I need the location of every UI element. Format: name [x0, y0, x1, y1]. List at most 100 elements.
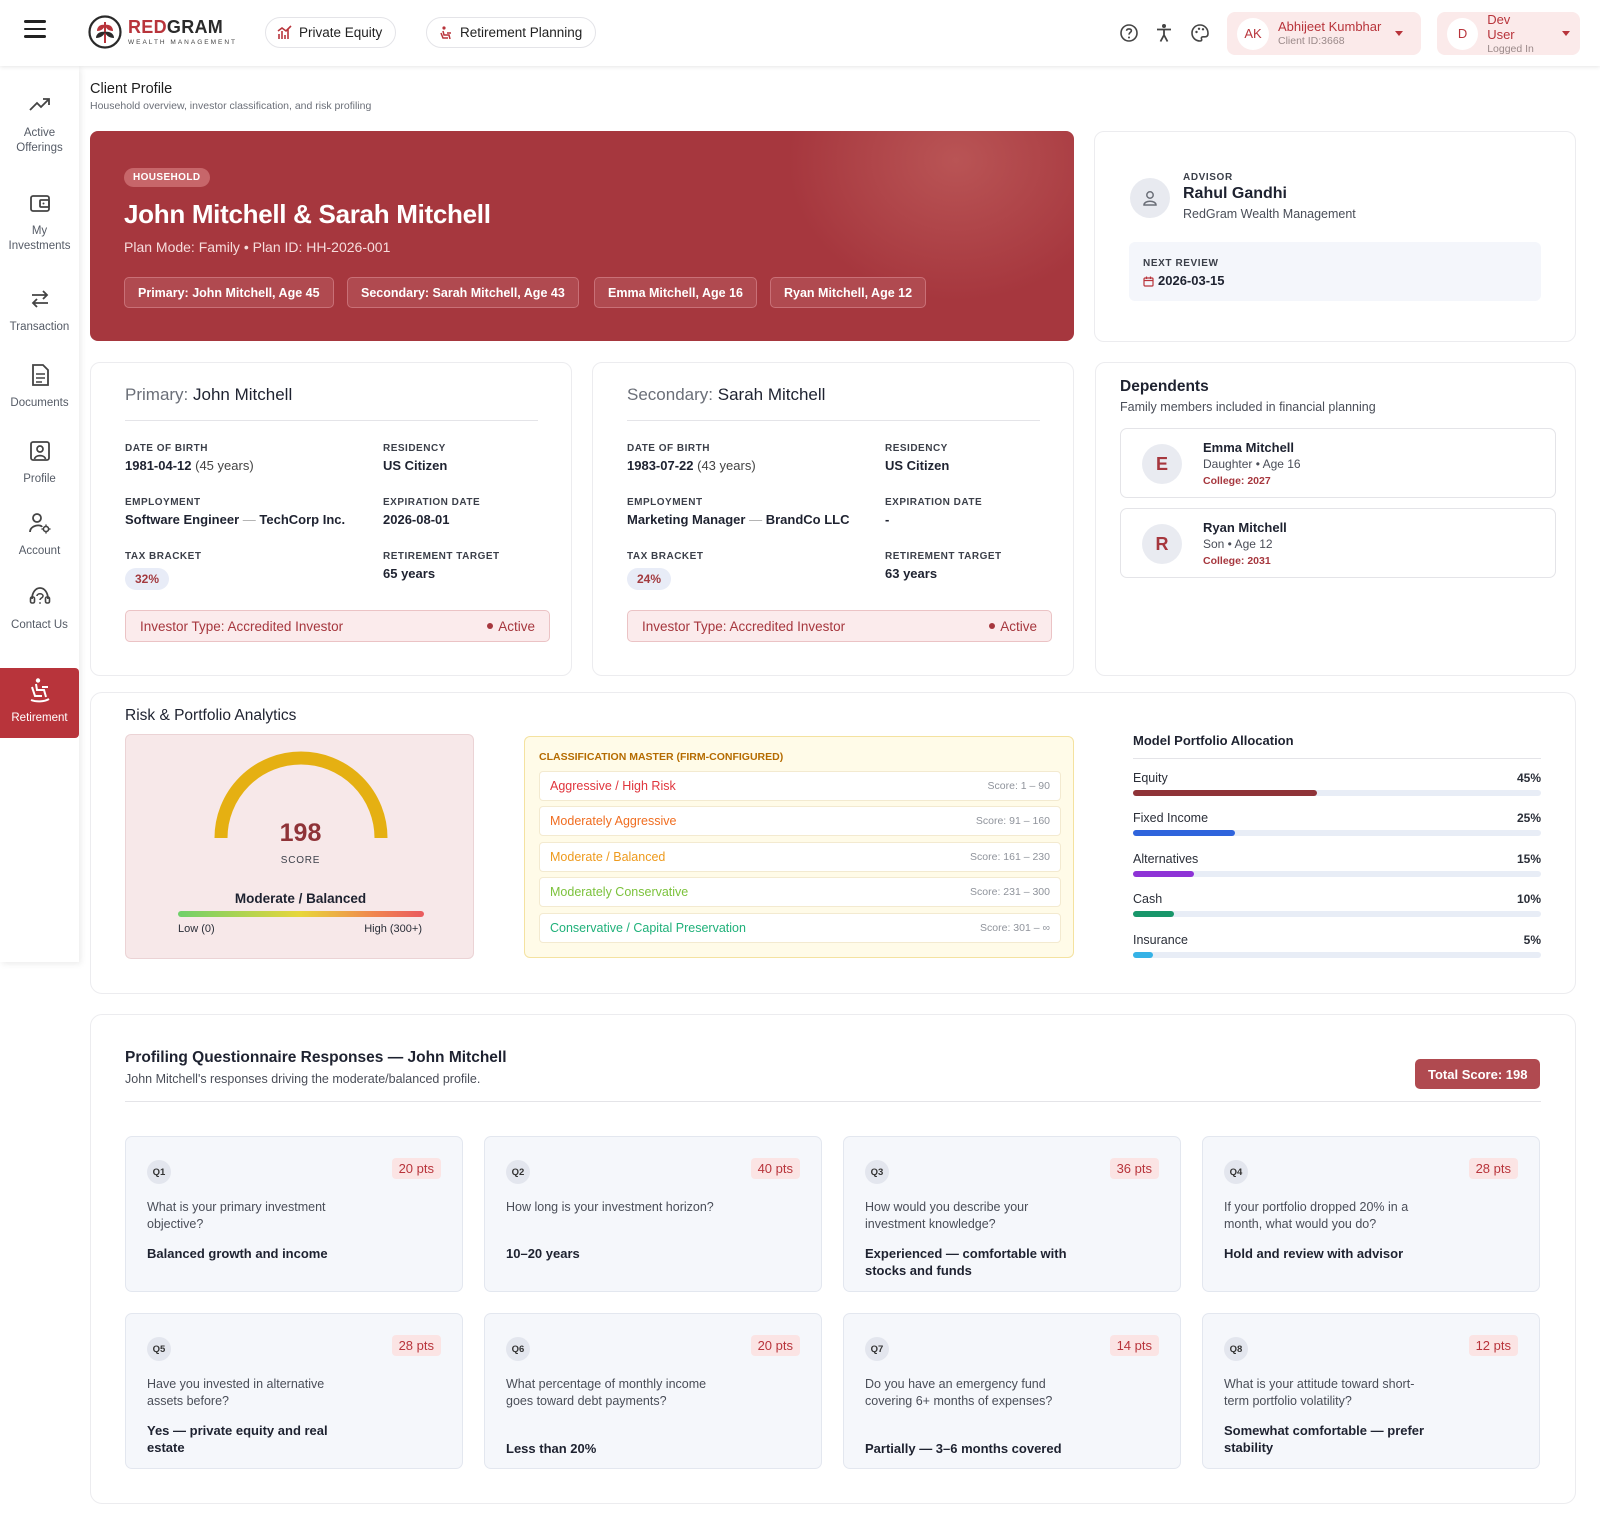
question-answer: Experienced — comfortable with stocks an…: [865, 1246, 1067, 1278]
question-card: Q6 20 pts What percentage of monthly inc…: [484, 1313, 822, 1469]
avatar: AK: [1237, 17, 1269, 50]
analytics-title: Risk & Portfolio Analytics: [125, 707, 297, 724]
retirement-chair-icon: [30, 678, 50, 703]
document-icon: [31, 364, 49, 386]
avatar: R: [1142, 524, 1182, 564]
field-label: DATE OF BIRTH: [125, 443, 208, 454]
brand-name: REDGRAM WEALTH MANAGEMENT: [128, 17, 237, 46]
sidebar-item-my-investments[interactable]: My Investments: [0, 190, 79, 254]
question-id: Q5: [147, 1337, 171, 1361]
question-points: 40 pts: [750, 1158, 800, 1179]
question-answer: Hold and review with advisor: [1224, 1246, 1404, 1261]
question-text: What is your attitude toward short-term …: [1224, 1377, 1415, 1408]
household-plan: Plan Mode: Family • Plan ID: HH-2026-001: [124, 239, 391, 255]
advisor-firm: RedGram Wealth Management: [1183, 207, 1356, 221]
analytics-card: Risk & Portfolio Analytics 198 SCORE Mod…: [90, 692, 1576, 994]
next-review-box: NEXT REVIEW 2026-03-15: [1129, 242, 1541, 301]
field-label: RESIDENCY: [885, 443, 948, 454]
dependent-college: College: 2027: [1203, 475, 1271, 487]
tax-bracket-pill: 24%: [627, 568, 672, 590]
question-card: Q3 36 pts How would you describe your in…: [843, 1136, 1181, 1292]
accessibility-icon[interactable]: [1153, 22, 1175, 44]
wallet-icon: [29, 195, 50, 212]
next-review-date: 2026-03-15: [1158, 273, 1225, 288]
dob-value: 1981-04-12 (45 years): [125, 458, 254, 473]
employment-value: Software Engineer — TechCorp Inc.: [125, 512, 346, 527]
field-label: RETIREMENT TARGET: [885, 551, 1002, 562]
dev-user-menu[interactable]: D Dev User Logged In: [1437, 12, 1580, 55]
field-label: EMPLOYMENT: [627, 497, 703, 508]
question-id: Q7: [865, 1337, 889, 1361]
risk-profile-label: Moderate / Balanced: [234, 891, 367, 906]
classification-row: Moderate / Balanced Score: 161 – 230: [539, 842, 1061, 872]
classification-master-panel: CLASSIFICATION MASTER (FIRM-CONFIGURED) …: [524, 736, 1074, 958]
divider: [1133, 758, 1541, 759]
question-text: Have you invested in alternative assets …: [147, 1377, 325, 1408]
dependent-relation: Son • Age 12: [1203, 537, 1273, 551]
member-chip: Secondary: Sarah Mitchell, Age 43: [347, 277, 579, 308]
sidebar-item-active-offerings[interactable]: Active Offerings: [0, 92, 79, 156]
classification-row: Moderately Aggressive Score: 91 – 160: [539, 806, 1061, 836]
question-answer: Yes — private equity and real estate: [147, 1423, 328, 1455]
investor-type-bar: Investor Type: Accredited Investor Activ…: [627, 610, 1052, 642]
allocation-bar: [1133, 911, 1174, 917]
top-bar: REDGRAM WEALTH MANAGEMENT Private Equity…: [0, 0, 1600, 66]
question-text: If your portfolio dropped 20% in a month…: [1224, 1200, 1409, 1231]
retirement-target-value: 65 years: [383, 566, 436, 581]
sidebar-item-profile[interactable]: Profile: [0, 438, 79, 487]
classification-title: CLASSIFICATION MASTER (FIRM-CONFIGURED): [539, 751, 784, 763]
question-id: Q2: [506, 1160, 530, 1184]
question-points: 14 pts: [1109, 1335, 1159, 1356]
sidebar-item-account[interactable]: Account: [0, 510, 79, 559]
brand-logo[interactable]: REDGRAM WEALTH MANAGEMENT: [88, 15, 237, 49]
field-label: TAX BRACKET: [125, 551, 202, 562]
questionnaire-title: Profiling Questionnaire Responses — John…: [125, 1049, 507, 1066]
field-label: RESIDENCY: [383, 443, 446, 454]
palette-icon[interactable]: [1189, 22, 1211, 44]
dev-user-name: Dev User: [1487, 11, 1515, 42]
classification-row: Conservative / Capital Preservation Score…: [539, 913, 1061, 943]
help-icon[interactable]: [1118, 22, 1140, 44]
sidebar-item-contact-us[interactable]: Contact Us: [0, 584, 79, 633]
dependents-subtitle: Family members included in financial pla…: [1120, 400, 1376, 414]
dependent-item[interactable]: R Ryan Mitchell Son • Age 12 College: 20…: [1120, 508, 1556, 578]
allocation-row: Equity 45%: [1133, 771, 1541, 796]
client-user-menu[interactable]: AK Abhijeet Kumbhar Client ID:3668: [1227, 12, 1421, 55]
chevron-down-icon: [1562, 31, 1570, 36]
question-points: 20 pts: [391, 1158, 441, 1179]
question-answer: 10–20 years: [506, 1246, 580, 1261]
dob-value: 1983-07-22 (43 years): [627, 458, 756, 473]
question-card: Q7 14 pts Do you have an emergency fund …: [843, 1313, 1181, 1469]
risk-score-panel: 198 SCORE Moderate / Balanced Low (0) Hi…: [125, 734, 474, 959]
divider: [125, 1101, 1541, 1102]
question-id: Q3: [865, 1160, 889, 1184]
tab-private-equity[interactable]: Private Equity: [265, 17, 397, 48]
calendar-icon: [1143, 276, 1154, 287]
card-title: Secondary: Sarah Mitchell: [627, 385, 826, 404]
tab-retirement-planning[interactable]: Retirement Planning: [426, 17, 597, 48]
residency-value: US Citizen: [885, 458, 950, 473]
sidebar-item-retirement[interactable]: Retirement: [0, 668, 79, 738]
page-subtitle: Household overview, investor classificat…: [90, 100, 372, 112]
question-answer: Less than 20%: [506, 1441, 597, 1456]
hamburger-menu-icon[interactable]: [24, 20, 46, 38]
avatar: D: [1447, 17, 1479, 50]
allocation-bar: [1133, 952, 1154, 958]
question-points: 28 pts: [391, 1335, 441, 1356]
arrows-icon: [31, 290, 48, 308]
sidebar-item-transaction[interactable]: Transaction: [0, 286, 79, 335]
question-text: Do you have an emergency fund covering 6…: [865, 1377, 1053, 1408]
dependent-name: Emma Mitchell: [1203, 440, 1295, 455]
allocation-title: Model Portfolio Allocation: [1133, 733, 1294, 748]
scale-low-label: Low (0): [178, 923, 215, 935]
chart-icon: [277, 24, 292, 39]
member-chip: Emma Mitchell, Age 16: [594, 277, 757, 308]
status-badge: Active: [989, 619, 1037, 634]
retirement-target-value: 63 years: [885, 566, 938, 581]
dependent-item[interactable]: E Emma Mitchell Daughter • Age 16 Colleg…: [1120, 428, 1556, 498]
sidebar-item-documents[interactable]: Documents: [0, 362, 79, 411]
question-points: 12 pts: [1468, 1335, 1518, 1356]
dependents-title: Dependents: [1120, 378, 1209, 395]
question-card: Q2 40 pts How long is your investment ho…: [484, 1136, 822, 1292]
classification-row: Moderately Conservative Score: 231 – 300: [539, 877, 1061, 907]
